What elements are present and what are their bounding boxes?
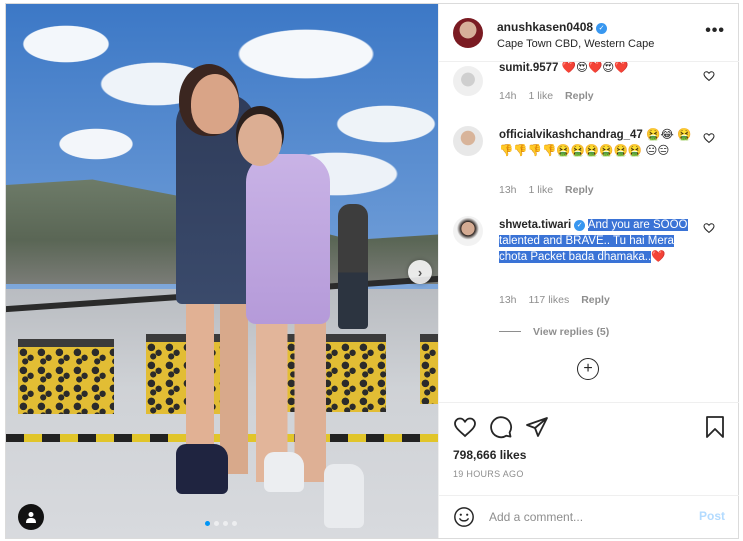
commenter-username[interactable]: sumit.9577 [499, 62, 558, 74]
heart-icon[interactable] [453, 415, 477, 439]
photo-person-head [238, 114, 282, 166]
comment-likes[interactable]: 117 likes [529, 294, 570, 306]
smiley-icon[interactable] [453, 506, 475, 528]
author-username[interactable]: anushkasen0408 [497, 20, 593, 34]
photo-sneaker [176, 444, 228, 494]
comment-text: sumit.9577 ❤️😍❤️😍❤️ [499, 62, 699, 76]
carousel-dot[interactable] [232, 521, 237, 526]
comment-age[interactable]: 13h [499, 294, 517, 306]
photo-leopard-block [18, 339, 114, 414]
comment-heart-icon[interactable] [703, 222, 715, 234]
comment-text: shweta.tiwari ✓ And you are SOOO talented… [499, 217, 699, 265]
red-heart-emoji: ❤️ [651, 251, 666, 263]
post-location[interactable]: Cape Town CBD, Western Cape [497, 38, 654, 50]
post-photo[interactable]: › [6, 4, 438, 538]
carousel-dot[interactable] [205, 521, 210, 526]
post-side-panel: anushkasen0408 ✓ Cape Town CBD, Western C… [438, 4, 739, 538]
comment-body: ❤️😍❤️😍❤️ [561, 62, 629, 74]
reply-button[interactable]: Reply [581, 294, 610, 306]
load-more-comments-button[interactable]: + [577, 358, 599, 380]
reply-button[interactable]: Reply [565, 184, 594, 196]
comment-likes[interactable]: 1 like [529, 90, 554, 102]
likes-count[interactable]: 798,666 likes [453, 448, 526, 462]
plus-circle-icon: + [583, 360, 593, 377]
user-tag-icon [26, 512, 36, 523]
post-modal: › anushkasen0408 ✓ Cape Town CBD, Western… [5, 3, 739, 539]
view-replies-button[interactable]: View replies (5) [499, 326, 609, 338]
tagged-users-button[interactable] [18, 504, 44, 530]
commenter-avatar[interactable] [453, 216, 483, 246]
comment-likes[interactable]: 1 like [529, 184, 554, 196]
comment-age[interactable]: 13h [499, 184, 517, 196]
verified-badge-icon: ✓ [596, 23, 608, 34]
photo-leopard-block [420, 334, 438, 404]
photo-sneaker [264, 452, 304, 492]
carousel-dot[interactable] [214, 521, 219, 526]
photo-person-head [191, 74, 239, 134]
chevron-right-icon: › [417, 264, 423, 280]
comment-heart-icon[interactable] [703, 132, 715, 144]
carousel-dot[interactable] [223, 521, 228, 526]
comment-meta: 13h 117 likes Reply [499, 294, 622, 306]
comment-icon[interactable] [489, 415, 513, 439]
comment-age[interactable]: 14h [499, 90, 517, 102]
photo-person-right [246, 154, 330, 324]
photo-background-person [338, 204, 368, 329]
verified-badge-icon: ✓ [574, 220, 586, 231]
author-avatar[interactable] [453, 18, 483, 48]
post-actions: 798,666 likes 19 HOURS AGO [439, 402, 739, 502]
paper-plane-icon[interactable] [525, 415, 549, 439]
post-timestamp[interactable]: 19 HOURS AGO [453, 469, 524, 479]
add-comment-bar: Post [439, 495, 739, 538]
view-replies-label[interactable]: View replies (5) [533, 326, 609, 338]
commenter-username[interactable]: shweta.tiwari [499, 219, 571, 231]
commenter-avatar[interactable] [453, 66, 483, 96]
reply-button[interactable]: Reply [565, 90, 594, 102]
bookmark-icon[interactable] [703, 415, 727, 439]
comments-list: sumit.9577 ❤️😍❤️😍❤️ 14h 1 like Reply offic… [439, 62, 739, 402]
commenter-username[interactable]: officialvikashchandrag_47 [499, 129, 643, 141]
comment-meta: 14h 1 like Reply [499, 90, 606, 102]
comment-meta: 13h 1 like Reply [499, 184, 606, 196]
comment-text: officialvikashchandrag_47 🤮😂 🤮👎👎👎👎🤮🤮🤮🤮🤮🤮… [499, 127, 699, 159]
post-header: anushkasen0408 ✓ Cape Town CBD, Western C… [439, 4, 739, 62]
comment-input[interactable] [489, 507, 689, 527]
commenter-avatar[interactable] [453, 126, 483, 156]
comment-heart-icon[interactable] [703, 70, 715, 82]
replies-divider [499, 331, 521, 332]
more-options-button[interactable]: ••• [705, 22, 725, 40]
carousel-next-button[interactable]: › [408, 260, 432, 284]
post-comment-button[interactable]: Post [699, 509, 725, 523]
photo-sneaker [324, 464, 364, 528]
carousel-indicator [205, 521, 237, 526]
author-username-row[interactable]: anushkasen0408 ✓ [497, 20, 608, 34]
